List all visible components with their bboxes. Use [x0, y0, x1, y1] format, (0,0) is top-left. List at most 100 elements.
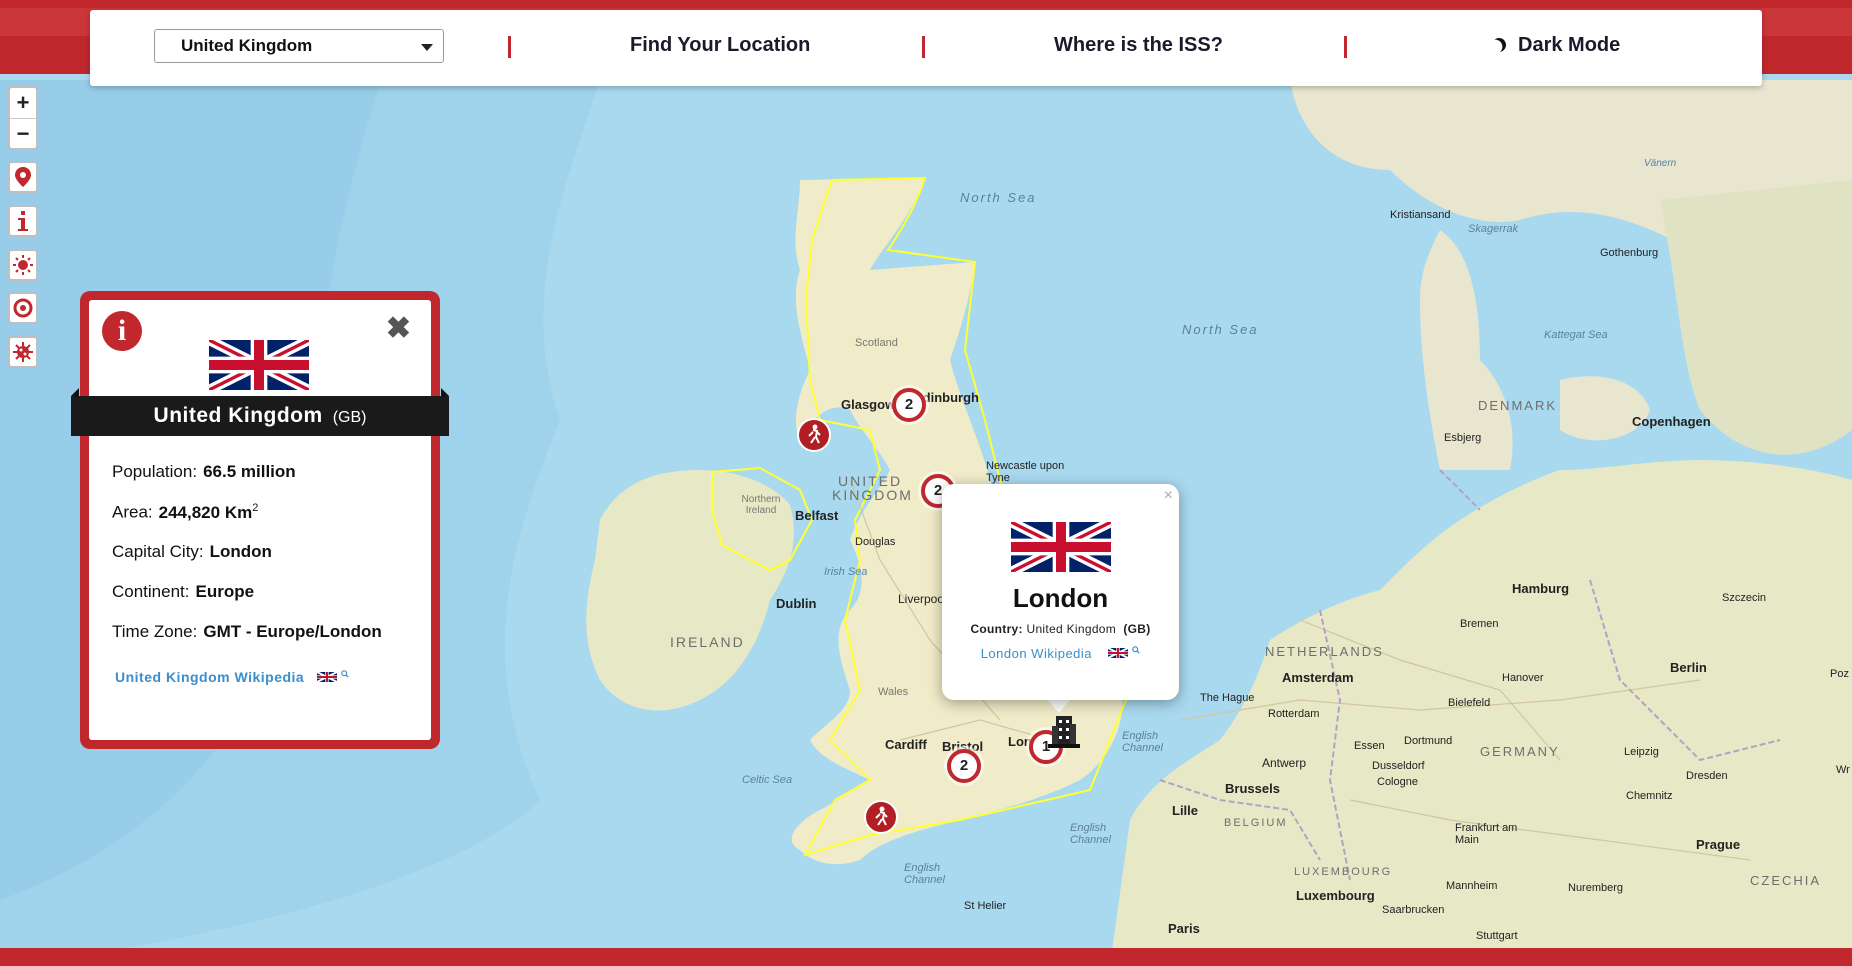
country-label: Country: — [970, 622, 1023, 636]
building-marker-icon[interactable] — [1044, 710, 1084, 752]
weather-button[interactable] — [8, 249, 38, 281]
dark-mode-label: Dark Mode — [1518, 34, 1621, 56]
city-country-line: Country: United Kingdom (GB) — [942, 622, 1179, 636]
location-pin-icon — [15, 167, 31, 187]
map-label-belgium: BELGIUM — [1224, 817, 1288, 829]
map-label-netherlands: NETHERLANDS — [1265, 644, 1384, 659]
country-name-ribbon: United Kingdom (GB) — [71, 396, 449, 436]
map-label-cologne: Cologne — [1377, 776, 1418, 788]
map-label-dublin: Dublin — [776, 596, 817, 611]
search-icon — [341, 670, 349, 678]
map-label-the-hague: The Hague — [1200, 692, 1255, 704]
country-select[interactable]: United Kingdom — [154, 29, 444, 63]
find-location-link[interactable]: Find Your Location — [630, 34, 810, 57]
map-label-scotland: Scotland — [855, 337, 898, 349]
navbar: United Kingdom Find Your Location Where … — [90, 10, 1762, 86]
hiking-marker-icon[interactable] — [864, 800, 898, 834]
nav-separator — [922, 36, 925, 58]
map-label-hanover: Hanover — [1502, 672, 1544, 684]
dark-mode-toggle[interactable]: Dark Mode — [1492, 34, 1620, 57]
country-name: United Kingdom — [153, 404, 323, 427]
sun-weather-icon — [13, 255, 33, 275]
timezone-value: GMT - Europe/London — [203, 622, 382, 641]
country-code: (GB) — [1123, 622, 1151, 636]
map-label-northern-ireland: Northern Ireland — [741, 494, 781, 516]
info-icon: i — [102, 311, 142, 351]
map-label-bielefeld: Bielefeld — [1448, 697, 1491, 709]
map-label-chemnitz: Chemnitz — [1626, 790, 1673, 802]
map-label-cardiff: Cardiff — [885, 737, 927, 752]
map-label-english-channel: English Channel — [1122, 730, 1163, 754]
zoom-out-button[interactable]: − — [10, 118, 36, 149]
map-label-skagerrak: Skagerrak — [1468, 223, 1519, 235]
city-name: London — [1012, 583, 1109, 613]
nav-separator — [1344, 36, 1347, 58]
continent-value: Europe — [195, 582, 255, 601]
map-label-prague: Prague — [1696, 837, 1741, 852]
map-label-copenhagen: Copenhagen — [1632, 414, 1711, 429]
uk-flag-icon — [1107, 647, 1129, 659]
map-label-poz: Poz — [1830, 668, 1849, 680]
population-value: 66.5 million — [203, 462, 296, 481]
close-popup-button[interactable]: × — [1164, 487, 1173, 505]
population-label: Population: — [112, 462, 198, 481]
map-label-bremen: Bremen — [1460, 618, 1499, 630]
map-label-lille: Lille — [1172, 803, 1199, 818]
uk-flag-icon — [209, 340, 309, 390]
nav-separator — [508, 36, 511, 58]
map-label-north-sea: North Sea — [1182, 322, 1259, 337]
map-label-rotterdam: Rotterdam — [1268, 708, 1320, 720]
area-unit-superscript: 2 — [252, 502, 259, 514]
map-label-denmark: DENMARK — [1478, 398, 1558, 413]
map-label-glasgow: Glasgow — [841, 397, 896, 412]
marker-cluster[interactable]: 2 — [947, 749, 981, 783]
covid-icon — [13, 298, 33, 318]
map-label-szczecin: Szczecin — [1722, 592, 1767, 604]
map-label-belfast: Belfast — [795, 508, 839, 523]
map-label-uk: KINGDOM — [832, 487, 913, 503]
search-icon — [1132, 646, 1140, 654]
country-wiki-label: United Kingdom Wikipedia — [115, 669, 305, 685]
map-label-luxembourg-country: LUXEMBOURG — [1294, 866, 1393, 878]
uk-flag-icon — [316, 671, 338, 683]
ribbon-tail — [441, 388, 449, 396]
city-wikipedia-link[interactable]: London Wikipedia — [942, 646, 1179, 661]
map-label-dusseldorf: Dusseldorf — [1372, 760, 1425, 772]
map-label-dortmund: Dortmund — [1404, 735, 1453, 747]
map-label-wales: Wales — [878, 686, 909, 698]
map-label-esbjerg: Esbjerg — [1444, 432, 1482, 444]
country-value: United Kingdom — [1026, 622, 1117, 636]
moon-icon — [1490, 36, 1509, 55]
map-label-leipzig: Leipzig — [1624, 746, 1659, 758]
map-label-ireland: IRELAND — [670, 634, 745, 650]
info-button[interactable] — [8, 205, 38, 237]
country-wikipedia-link[interactable]: United Kingdom Wikipedia — [115, 669, 349, 685]
capital-label: Capital City: — [112, 542, 204, 561]
marker-cluster[interactable]: 2 — [892, 388, 926, 422]
country-stats: Population: 66.5 million Area: 244,820 Km2… — [112, 462, 382, 662]
map-label-czechia: CZECHIA — [1750, 873, 1822, 888]
info-icon — [18, 211, 28, 231]
city-popup: × London Country: United Kingdom (GB) Lo… — [942, 484, 1179, 700]
map-label-vanern: Vänern — [1644, 158, 1677, 169]
map-label-st-helier: St Helier — [964, 900, 1007, 912]
virus-button[interactable] — [8, 336, 38, 368]
map-label-nuremberg: Nuremberg — [1568, 882, 1624, 894]
zoom-in-button[interactable]: + — [10, 88, 36, 118]
map-label-brussels: Brussels — [1225, 781, 1280, 796]
map-label-kattegat: Kattegat Sea — [1544, 329, 1608, 341]
location-pin-button[interactable] — [8, 161, 38, 193]
map-label-north-sea: North Sea — [960, 190, 1037, 205]
map-label-newcastle: Newcastle upon Tyne — [986, 460, 1065, 484]
covid-stats-button[interactable] — [8, 292, 38, 324]
uk-flag-icon — [1010, 522, 1111, 572]
map-label-celtic-sea: Celtic Sea — [742, 774, 793, 786]
close-panel-button[interactable]: ✖ — [386, 314, 411, 344]
map-label-kristiansand: Kristiansand — [1390, 209, 1451, 221]
map-label-wr: Wr — [1836, 764, 1850, 776]
map-label-saarbrucken: Saarbrucken — [1382, 904, 1445, 916]
hiking-marker-icon[interactable] — [797, 418, 831, 452]
iss-link[interactable]: Where is the ISS? — [1054, 34, 1223, 57]
map-label-douglas: Douglas — [855, 536, 896, 548]
footer-bar — [0, 948, 1852, 966]
